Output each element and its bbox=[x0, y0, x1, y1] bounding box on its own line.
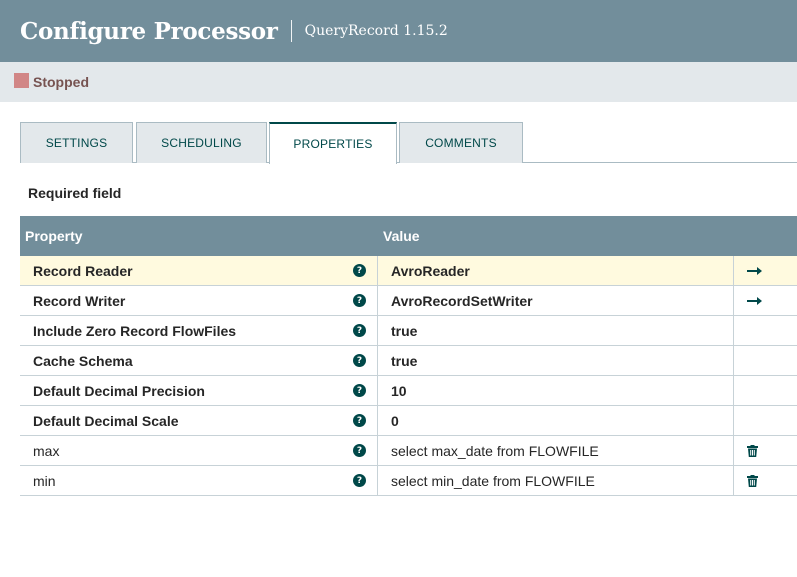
table-header: Property Value bbox=[20, 216, 797, 256]
property-name: Record Writer bbox=[33, 292, 126, 309]
table-row[interactable]: Cache Schema? true bbox=[20, 346, 797, 376]
arrow-right-icon[interactable] bbox=[747, 266, 762, 275]
property-name-cell: min? bbox=[20, 466, 378, 495]
row-actions-cell bbox=[734, 346, 797, 375]
row-actions-cell bbox=[734, 466, 797, 495]
help-icon[interactable]: ? bbox=[353, 264, 366, 277]
dialog-title: Configure Processor bbox=[20, 17, 278, 45]
help-icon[interactable]: ? bbox=[353, 474, 366, 487]
column-header-property[interactable]: Property bbox=[20, 228, 378, 244]
row-actions-cell bbox=[734, 316, 797, 345]
trash-icon[interactable] bbox=[747, 444, 758, 457]
processor-type-label: QueryRecord 1.15.2 bbox=[304, 23, 448, 39]
property-value-cell[interactable]: 10 bbox=[378, 376, 734, 405]
tab-bar: SETTINGS SCHEDULING PROPERTIES COMMENTS bbox=[20, 122, 797, 164]
help-icon[interactable]: ? bbox=[353, 324, 366, 337]
tab-settings[interactable]: SETTINGS bbox=[20, 122, 133, 163]
property-value: true bbox=[391, 352, 418, 369]
help-icon[interactable]: ? bbox=[353, 384, 366, 397]
property-value: select min_date from FLOWFILE bbox=[391, 472, 595, 489]
table-row[interactable]: Record Reader? AvroReader bbox=[20, 256, 797, 286]
table-row[interactable]: max? select max_date from FLOWFILE bbox=[20, 436, 797, 466]
property-name: min bbox=[33, 472, 56, 489]
property-value-cell[interactable]: select min_date from FLOWFILE bbox=[378, 466, 734, 495]
column-header-value[interactable]: Value bbox=[378, 228, 420, 244]
property-name-cell: max? bbox=[20, 436, 378, 465]
row-actions-cell bbox=[734, 286, 797, 315]
property-name-cell: Cache Schema? bbox=[20, 346, 378, 375]
table-row[interactable]: Include Zero Record FlowFiles? true bbox=[20, 316, 797, 346]
property-value: true bbox=[391, 322, 418, 339]
table-row[interactable]: Default Decimal Scale? 0 bbox=[20, 406, 797, 436]
property-name-cell: Default Decimal Scale? bbox=[20, 406, 378, 435]
help-icon[interactable]: ? bbox=[353, 294, 366, 307]
help-icon[interactable]: ? bbox=[353, 414, 366, 427]
property-name-cell: Include Zero Record FlowFiles? bbox=[20, 316, 378, 345]
table-row[interactable]: Default Decimal Precision? 10 bbox=[20, 376, 797, 406]
property-value: AvroReader bbox=[391, 262, 470, 279]
property-name: Record Reader bbox=[33, 262, 133, 279]
property-value: 10 bbox=[391, 382, 407, 399]
row-actions-cell bbox=[734, 256, 797, 285]
status-bar: Stopped bbox=[0, 62, 797, 102]
property-value: select max_date from FLOWFILE bbox=[391, 442, 599, 459]
tab-comments[interactable]: COMMENTS bbox=[399, 122, 523, 163]
required-field-label: Required field bbox=[28, 185, 122, 201]
property-value-cell[interactable]: select max_date from FLOWFILE bbox=[378, 436, 734, 465]
dialog-header: Configure Processor QueryRecord 1.15.2 bbox=[0, 0, 797, 62]
property-name: Include Zero Record FlowFiles bbox=[33, 322, 237, 339]
tab-properties[interactable]: PROPERTIES bbox=[269, 122, 397, 164]
property-value-cell[interactable]: AvroRecordSetWriter bbox=[378, 286, 734, 315]
row-actions-cell bbox=[734, 406, 797, 435]
property-name: Default Decimal Precision bbox=[33, 382, 205, 399]
row-actions-cell bbox=[734, 436, 797, 465]
property-value-cell[interactable]: true bbox=[378, 316, 734, 345]
table-row[interactable]: Record Writer? AvroRecordSetWriter bbox=[20, 286, 797, 316]
property-value: AvroRecordSetWriter bbox=[391, 292, 533, 309]
property-name: Cache Schema bbox=[33, 352, 133, 369]
stopped-icon bbox=[14, 72, 29, 88]
tab-scheduling[interactable]: SCHEDULING bbox=[136, 122, 267, 163]
status-text: Stopped bbox=[33, 74, 89, 90]
property-value-cell[interactable]: true bbox=[378, 346, 734, 375]
property-name-cell: Default Decimal Precision? bbox=[20, 376, 378, 405]
property-name-cell: Record Reader? bbox=[20, 256, 378, 285]
table-row[interactable]: min? select min_date from FLOWFILE bbox=[20, 466, 797, 496]
property-name-cell: Record Writer? bbox=[20, 286, 378, 315]
property-value-cell[interactable]: AvroReader bbox=[378, 256, 734, 285]
property-name: Default Decimal Scale bbox=[33, 412, 179, 429]
properties-table: Property Value Record Reader? AvroReader R… bbox=[20, 216, 797, 496]
title-separator bbox=[290, 20, 292, 42]
help-icon[interactable]: ? bbox=[353, 354, 366, 367]
table-body: Record Reader? AvroReader Record Writer? Av… bbox=[20, 256, 797, 496]
trash-icon[interactable] bbox=[747, 474, 758, 487]
arrow-right-icon[interactable] bbox=[747, 296, 762, 305]
property-value-cell[interactable]: 0 bbox=[378, 406, 734, 435]
row-actions-cell bbox=[734, 376, 797, 405]
help-icon[interactable]: ? bbox=[353, 444, 366, 457]
property-value: 0 bbox=[391, 412, 399, 429]
property-name: max bbox=[33, 442, 60, 459]
